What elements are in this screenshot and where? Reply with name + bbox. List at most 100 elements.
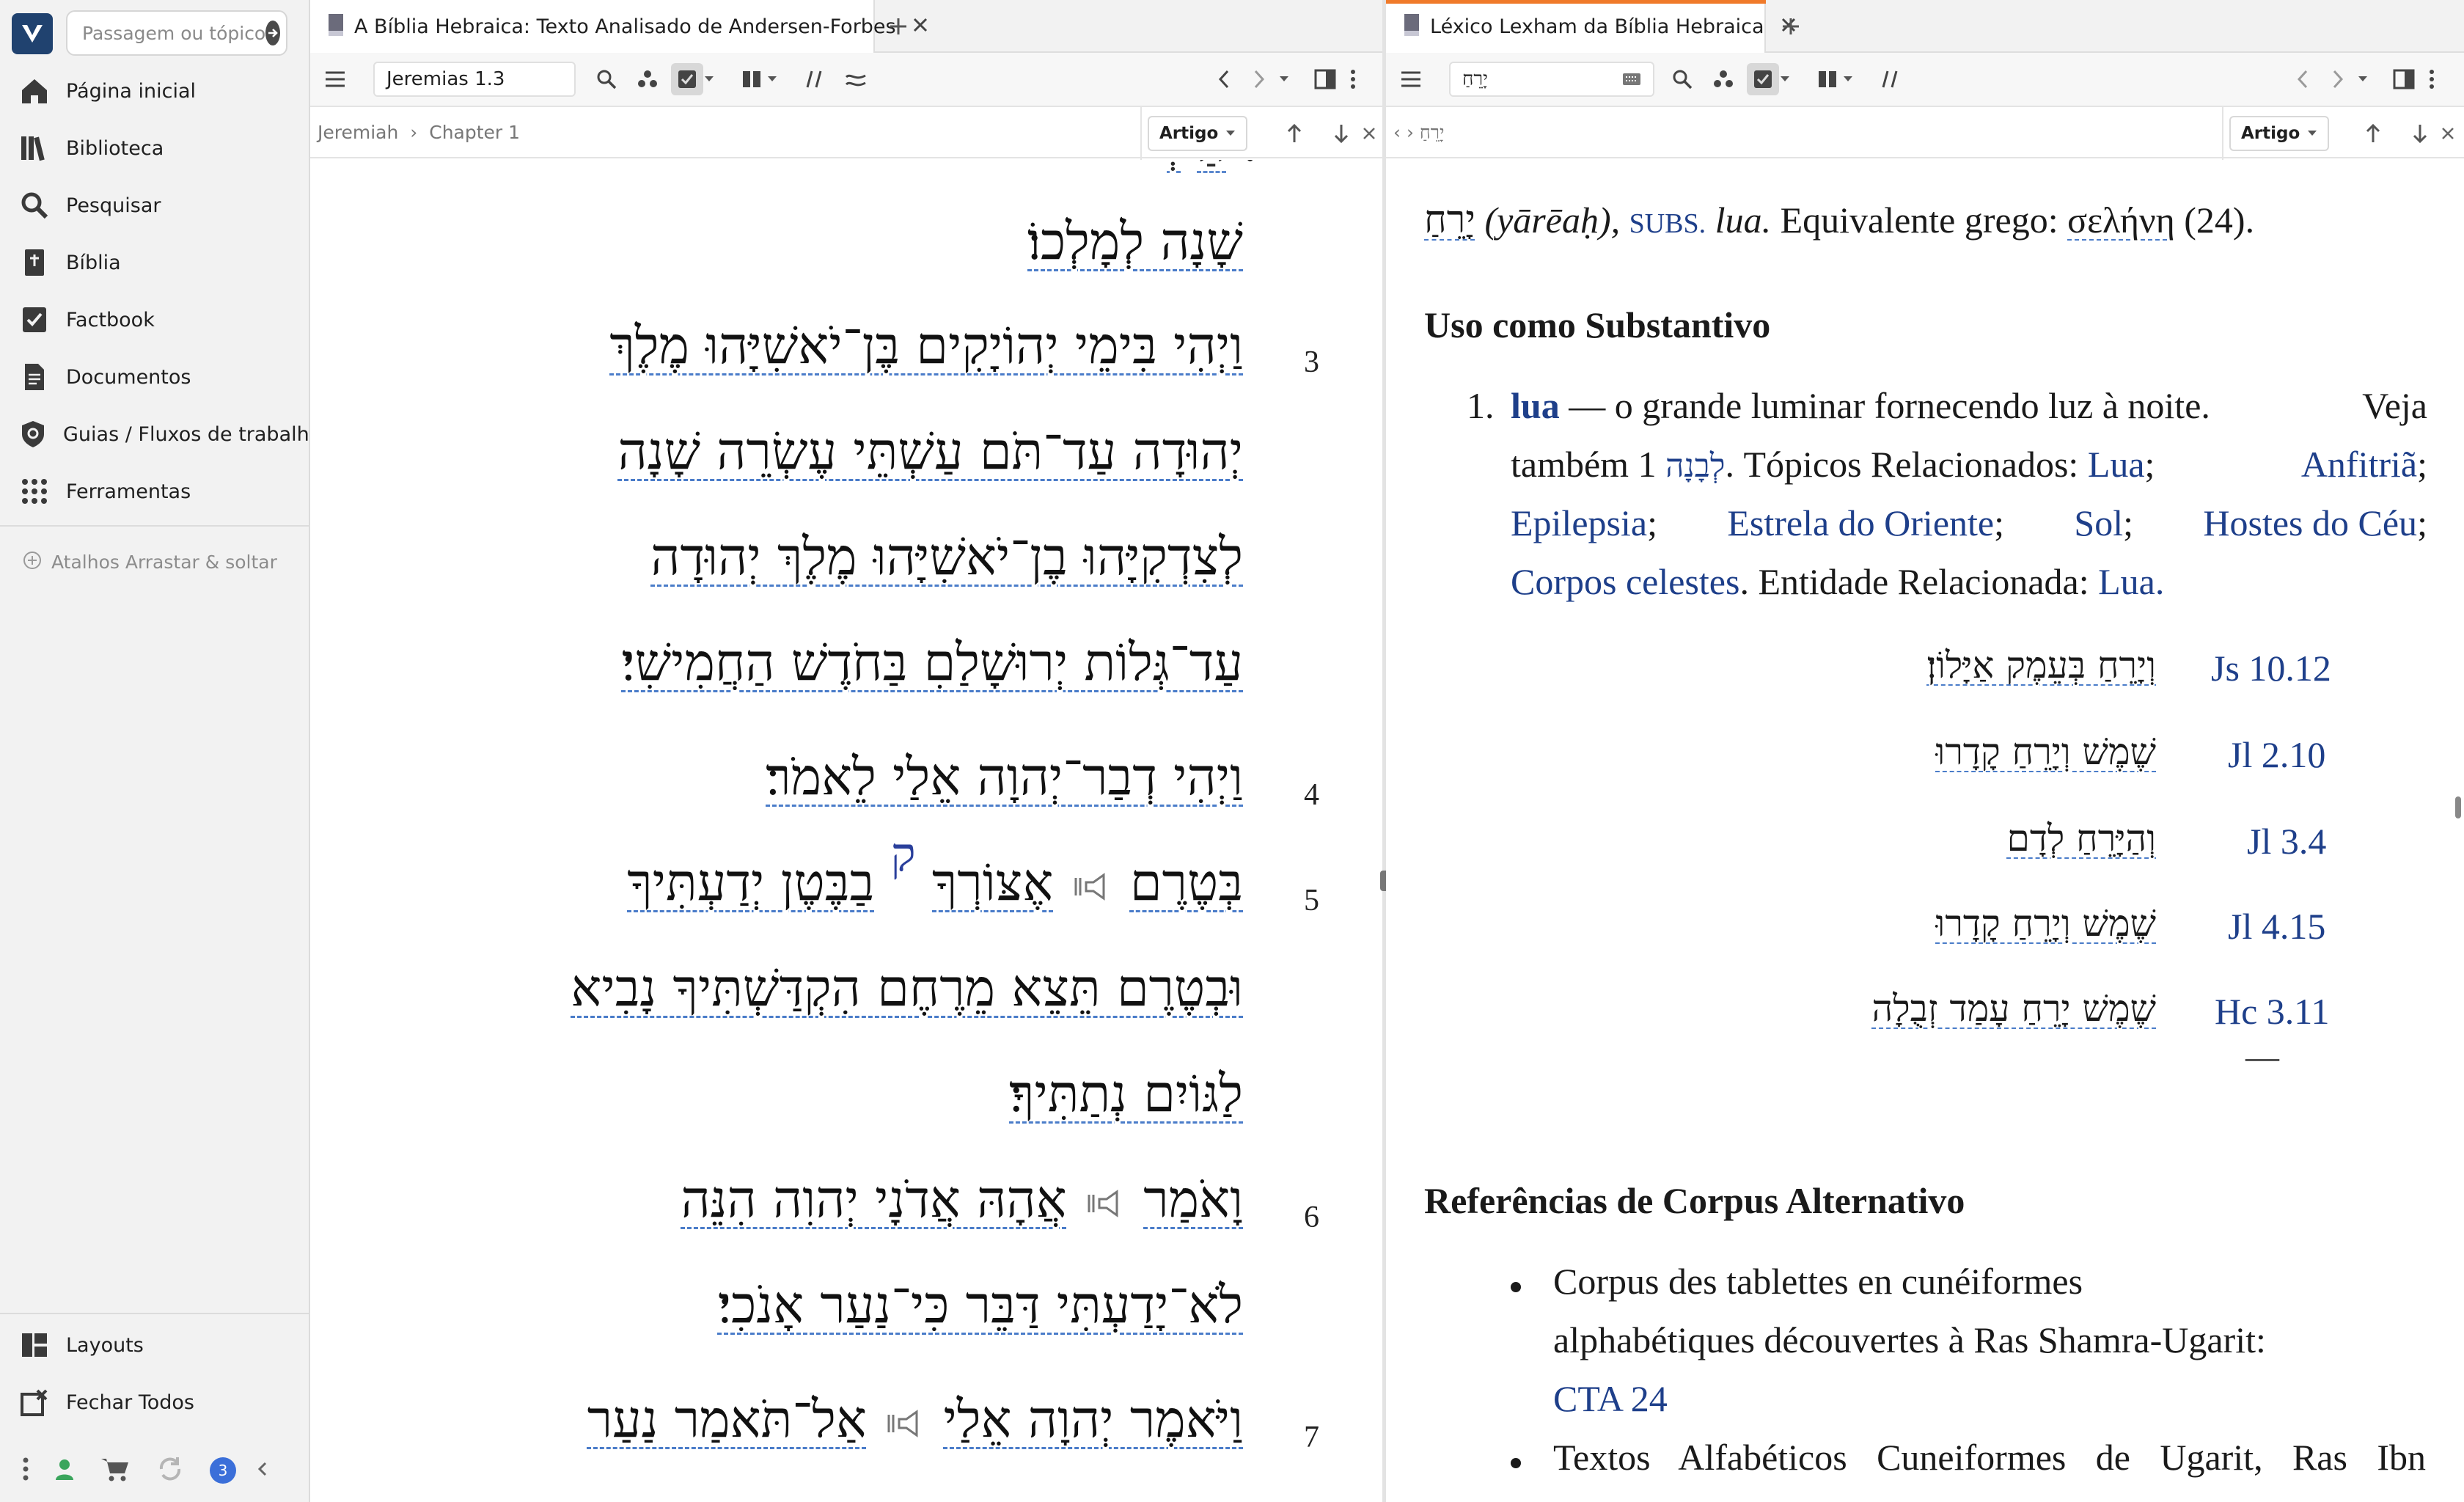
example-reference[interactable]: Jl 4.15 xyxy=(2228,905,2325,948)
verse-number[interactable]: 4 xyxy=(1304,777,1319,813)
sidebar-item-factbook[interactable]: Factbook xyxy=(0,292,310,348)
chevron-down-icon[interactable] xyxy=(1776,63,1794,95)
topic-link[interactable]: Anfitriã xyxy=(2301,444,2417,485)
history-dropdown-icon[interactable] xyxy=(2354,63,2372,95)
example-text[interactable]: שֶׁמֶשׁ וְיָרֵחַ קָדָרוּ xyxy=(1936,730,2156,773)
lemma[interactable]: יָרֵחַ xyxy=(1424,198,1475,242)
qere-marker[interactable]: ק xyxy=(890,828,915,882)
reference-input[interactable]: Jeremias 1.3 xyxy=(373,62,576,97)
interlinear-icon[interactable] xyxy=(1707,63,1739,95)
history-dropdown-icon[interactable] xyxy=(1275,63,1293,95)
topic-link[interactable]: Estrela do Oriente xyxy=(1727,502,1994,543)
verse-number[interactable]: 5 xyxy=(1304,883,1319,918)
keyboard-icon[interactable] xyxy=(1622,73,1641,86)
topic-link[interactable]: Epilepsia xyxy=(1511,502,1647,543)
layout-split-icon[interactable] xyxy=(1309,63,1341,95)
corpus-link[interactable]: CTA 24 xyxy=(1553,1377,1668,1420)
hebrew-text[interactable]: וַיְהִי דְבַר־יְהוָה אֵלַי לֵאמֹר׃ xyxy=(766,747,1243,807)
sync-icon[interactable] xyxy=(155,1454,185,1487)
part-of-speech[interactable]: SUBS. xyxy=(1629,208,1706,239)
previous-arrow-icon[interactable] xyxy=(2357,117,2389,150)
verse-number[interactable]: 7 xyxy=(1304,1420,1319,1455)
notification-badge[interactable]: 3 xyxy=(210,1457,236,1484)
more-vertical-icon[interactable] xyxy=(1344,63,1362,95)
more-vertical-icon[interactable] xyxy=(2423,63,2441,95)
mode-dropdown[interactable]: Artigo xyxy=(2229,116,2330,151)
sidebar-item-library[interactable]: Biblioteca xyxy=(0,120,310,176)
breadcrumb[interactable]: Jeremiah › Chapter 1 xyxy=(318,122,520,143)
visual-filters-icon[interactable] xyxy=(671,63,703,95)
sidebar-item-close-all[interactable]: Fechar Todos xyxy=(0,1374,310,1430)
hebrew-text[interactable]: לַגּוֹיִם נְתַתִּיךָ׃ xyxy=(1009,1063,1243,1124)
new-tab-button[interactable] xyxy=(882,10,914,43)
hebrew-text[interactable]: אֶצּוֹרְךָ xyxy=(932,852,1053,912)
hebrew-text[interactable]: וַיֹּאמֶר יְהוָה אֵלַי xyxy=(943,1389,1243,1449)
greek-word[interactable]: σελήνη xyxy=(2067,199,2175,241)
interlinear-icon[interactable] xyxy=(631,63,664,95)
sidebar-item-search[interactable]: Pesquisar xyxy=(0,177,310,233)
forward-icon[interactable] xyxy=(1243,63,1275,95)
parallel-resources-icon[interactable] xyxy=(799,63,831,95)
visual-filters-icon[interactable] xyxy=(1747,63,1779,95)
user-status-icon[interactable] xyxy=(54,1458,75,1483)
hebrew-text[interactable]: אֲהָהּ אֲדֹנָי יְהוִה הִנֵּה xyxy=(681,1169,1067,1229)
example-text[interactable]: וְהַיָּרֵחַ לְדָם xyxy=(2007,817,2156,860)
hebrew-text[interactable]: אַל־תֹּאמַר נַעַר xyxy=(587,1389,867,1449)
verse-number[interactable]: 6 xyxy=(1304,1200,1319,1235)
shortcuts-drop-zone[interactable]: Atalhos Arrastar & soltar xyxy=(22,550,277,574)
mode-dropdown[interactable]: Artigo xyxy=(1148,116,1248,151)
verse-number[interactable]: 3 xyxy=(1304,345,1319,380)
sidebar-item-guides[interactable]: Guias / Fluxos de trabalho xyxy=(0,406,321,462)
layout-split-icon[interactable] xyxy=(2388,63,2420,95)
entity-link[interactable]: Lua. xyxy=(2098,561,2164,602)
forward-icon[interactable] xyxy=(2322,63,2354,95)
hebrew-text[interactable]: וָאֹמַר xyxy=(1143,1169,1243,1229)
back-icon[interactable] xyxy=(1208,63,1240,95)
lexicon-search-input[interactable]: יָרֵחַ xyxy=(1449,62,1654,97)
breadcrumb[interactable]: ‹ › יָרֵחַ xyxy=(1393,122,1445,144)
sense-term[interactable]: lua xyxy=(1511,385,1560,426)
search-icon[interactable] xyxy=(1666,63,1698,95)
sidebar-item-bible[interactable]: Bíblia xyxy=(0,235,310,290)
hebrew-text[interactable]: לְצִדְקִיָּהוּ בֶן־יֹאשִׁיָּהוּ מֶלֶךְ י… xyxy=(650,527,1243,587)
hebrew-text[interactable]: לֹא־יָדַעְתִּי דַּבֵּר כִּי־נַעַר אָנֹכִ… xyxy=(718,1275,1243,1335)
breadcrumb-chapter[interactable]: Chapter 1 xyxy=(429,122,520,143)
search-icon[interactable] xyxy=(590,63,623,95)
breadcrumb-book[interactable]: Jeremiah xyxy=(318,122,398,143)
parallel-resources-icon[interactable] xyxy=(1874,63,1907,95)
breadcrumb-entry[interactable]: יָרֵחַ xyxy=(1420,122,1445,143)
scrollbar-thumb[interactable] xyxy=(2455,796,2461,818)
sidebar-item-tools[interactable]: Ferramentas xyxy=(0,464,310,519)
tab-hebrew-bible[interactable]: A Bíblia Hebraica: Texto Analisado de An… xyxy=(310,0,927,53)
example-text[interactable]: וְיָרֵחַ בְּעֵמֶק אַיָּלוֹן׃ xyxy=(1926,644,2156,686)
see-also-word[interactable]: לְבָנָה xyxy=(1665,447,1725,485)
hebrew-text[interactable]: יְהוּדָה עַד־תֹּם עַשְׁתֵּי עֶשְׂרֵה שָׁ… xyxy=(617,421,1243,481)
tab-lexicon[interactable]: Léxico Lexham da Bíblia Hebraica xyxy=(1386,0,1795,53)
back-icon[interactable] xyxy=(2287,63,2319,95)
panel-menu-icon[interactable] xyxy=(1395,63,1427,95)
topic-link[interactable]: Sol xyxy=(2074,502,2123,543)
close-icon[interactable] xyxy=(1353,117,1382,150)
chevron-down-icon[interactable] xyxy=(1839,63,1857,95)
audio-icon[interactable] xyxy=(1070,872,1114,901)
previous-arrow-icon[interactable] xyxy=(1278,117,1310,150)
example-reference[interactable]: Hc 3.11 xyxy=(2215,990,2329,1033)
example-reference[interactable]: Js 10.12 xyxy=(2211,647,2331,689)
hebrew-text[interactable]: בַבֶּטֶן יְדַעְתִּיךָ xyxy=(627,852,874,912)
hebrew-text[interactable]: עַד־גְּלוֹת יְרוּשָׁלַםִ בַּחֹדֶשׁ הַחֲמ… xyxy=(621,632,1243,692)
passage-search-input[interactable]: Passagem ou tópico xyxy=(66,10,287,56)
hebrew-text[interactable]: וּבְטֶרֶם תֵּצֵא מֵרֶחֶם הִקְדַּשְׁתִּיך… xyxy=(571,958,1243,1018)
new-tab-button[interactable] xyxy=(1775,10,1807,43)
hebrew-text[interactable]: שָׁנָה לְמָלְכוֹ׃ xyxy=(1027,211,1243,271)
sidebar-item-documents[interactable]: Documentos xyxy=(0,349,310,405)
audio-icon[interactable] xyxy=(1083,1189,1127,1218)
example-reference[interactable]: Jl 2.10 xyxy=(2228,733,2325,776)
sidebar-item-layouts[interactable]: Layouts xyxy=(0,1317,310,1373)
chevron-down-icon[interactable] xyxy=(700,63,718,95)
more-vertical-icon[interactable] xyxy=(22,1457,29,1484)
topic-link[interactable]: Corpos celestes xyxy=(1511,561,1739,602)
panel-menu-icon[interactable] xyxy=(319,63,351,95)
example-text[interactable]: שֶׁמֶשׁ יָרֵחַ עָמַד זְבֻלָה xyxy=(1871,987,2156,1030)
cart-icon[interactable] xyxy=(100,1456,131,1485)
topic-link[interactable]: Hostes do Céu xyxy=(2203,502,2417,543)
